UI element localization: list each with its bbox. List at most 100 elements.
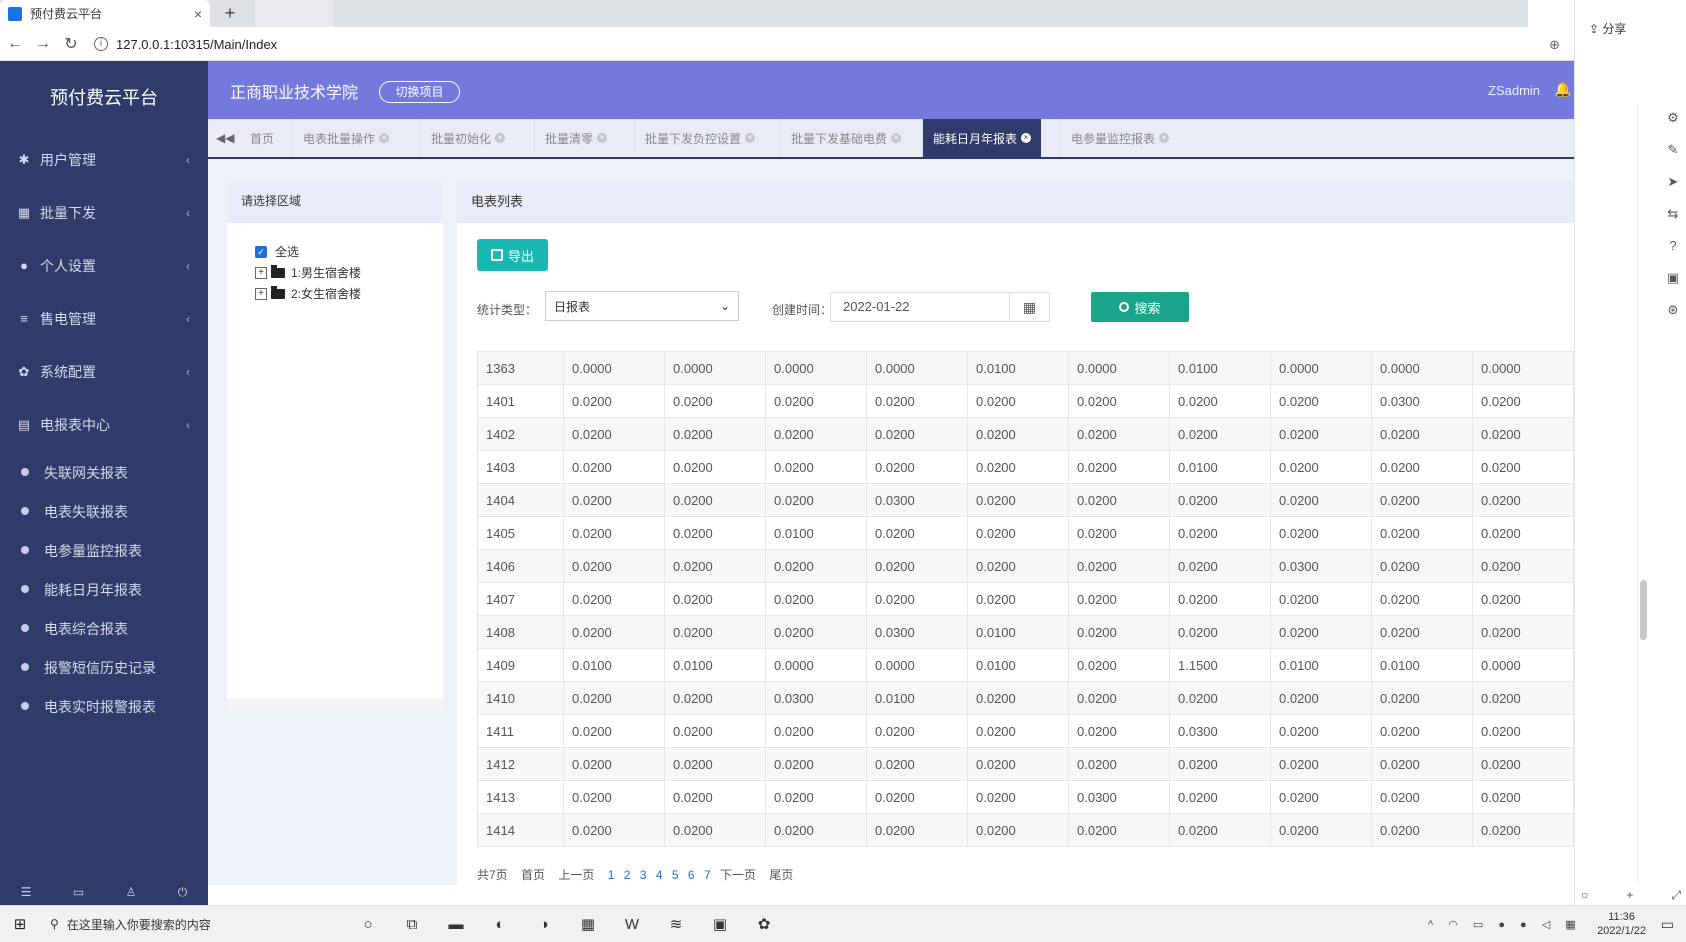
sub-item-gateway-report[interactable]: 失联网关报表 — [0, 453, 208, 492]
search-button[interactable]: 搜索 — [1091, 292, 1189, 322]
menu-item-system-config[interactable]: ✿ 系统配置 ‹ — [0, 345, 208, 398]
side-panel-scroll-thumb[interactable] — [1640, 580, 1647, 640]
table-row[interactable]: 1414 0.0200 0.0200 0.0200 0.0200 0.0200 0.0200… — [477, 813, 1574, 847]
share-button[interactable]: ⇪ 分享 — [1589, 20, 1626, 37]
menu-icon[interactable]: ☰ — [21, 885, 32, 905]
pen-icon[interactable]: ✎ — [1663, 140, 1683, 160]
close-icon[interactable]: × — [1021, 133, 1032, 143]
zoom-slider-icon[interactable]: ○ — [1581, 888, 1588, 903]
close-icon[interactable]: × — [379, 133, 390, 143]
menu-item-batch-send[interactable]: ▦ 批量下发 ‹ — [0, 186, 208, 239]
page-link[interactable]: 2 — [624, 868, 631, 882]
page-link[interactable]: 3 — [640, 868, 647, 882]
image-icon[interactable]: ▣ — [1663, 268, 1683, 288]
tab-param-monitor-report[interactable]: 电参量监控报表 × — [1060, 119, 1179, 157]
tab-batch-base-fee[interactable]: 批量下发基础电费 × — [780, 119, 911, 157]
table-row[interactable]: 1404 0.0200 0.0200 0.0200 0.0300 0.0200 0.0200… — [477, 483, 1574, 517]
close-icon[interactable]: × — [597, 133, 608, 143]
close-icon[interactable]: × — [1159, 133, 1170, 143]
tab-batch-reset[interactable]: 批量清零 × — [534, 119, 617, 157]
monitor-icon[interactable]: ▭ — [73, 885, 84, 905]
bell-icon[interactable]: 🔔 — [1554, 81, 1571, 98]
wps-icon[interactable]: W — [614, 916, 650, 933]
new-tab-button[interactable]: + — [218, 2, 242, 24]
close-icon[interactable]: × — [495, 133, 506, 143]
table-row[interactable]: 1411 0.0200 0.0200 0.0200 0.0200 0.0200 0.0200… — [477, 714, 1574, 748]
page-next-link[interactable]: 下一页 — [720, 868, 756, 882]
close-tab-icon[interactable]: × — [194, 6, 202, 22]
page-link[interactable]: 4 — [656, 868, 663, 882]
page-link[interactable]: 5 — [672, 868, 679, 882]
cortana-icon[interactable]: ○ — [350, 916, 386, 933]
sub-item-param-monitor-report[interactable]: 电参量监控报表 — [0, 531, 208, 570]
menu-item-personal-settings[interactable]: ● 个人设置 ‹ — [0, 239, 208, 292]
side-panel-scrollbar[interactable] — [1637, 104, 1649, 884]
location-icon[interactable]: ⊛ — [1663, 300, 1683, 320]
pointer-icon[interactable]: ➤ — [1663, 172, 1683, 192]
expand-icon[interactable]: + — [255, 266, 267, 279]
edge-icon[interactable]: ◐ — [482, 916, 518, 933]
tab-energy-report[interactable]: 能耗日月年报表 × — [922, 119, 1042, 157]
menu-item-user-management[interactable]: ✱ 用户管理 ‹ — [0, 133, 208, 186]
table-row[interactable]: 1405 0.0200 0.0200 0.0100 0.0200 0.0200 0.0200… — [477, 516, 1574, 550]
page-link[interactable]: 6 — [688, 868, 695, 882]
notification-icon[interactable]: ▭ — [1661, 916, 1674, 933]
lock-icon[interactable]: ♙ — [126, 885, 137, 905]
tab-batch-init[interactable]: 批量初始化 × — [420, 119, 515, 157]
table-row[interactable]: 1402 0.0200 0.0200 0.0200 0.0200 0.0200 0.0200… — [477, 417, 1574, 451]
app-window-icon[interactable]: ▣ — [702, 915, 738, 933]
tabs-scroll-left-icon[interactable]: ◀◀ — [216, 131, 234, 145]
tree-check-all[interactable]: ✓ 全选 — [255, 241, 443, 262]
app-icon[interactable]: ≋ — [658, 915, 694, 933]
calendar-icon[interactable]: ▦ — [1010, 292, 1050, 322]
tree-node-male-dorm[interactable]: + 1:男生宿舍楼 — [255, 262, 443, 283]
page-link[interactable]: 1 — [608, 868, 615, 882]
help-icon[interactable]: ? — [1663, 236, 1683, 256]
sub-item-meter-offline-report[interactable]: 电表失联报表 — [0, 492, 208, 531]
page-first-link[interactable]: 首页 — [521, 868, 545, 882]
page-link[interactable]: 7 — [704, 868, 711, 882]
sub-item-sms-alarm-history[interactable]: 报警短信历史记录 — [0, 648, 208, 687]
table-row[interactable]: 1363 0.0000 0.0000 0.0000 0.0000 0.0100 0.0000… — [477, 351, 1574, 385]
tree-node-female-dorm[interactable]: + 2:女生宿舍楼 — [255, 283, 443, 304]
browser-tab[interactable]: 预付费云平台 × — [0, 0, 210, 27]
table-row[interactable]: 1409 0.0100 0.0100 0.0000 0.0000 0.0100 0.0200… — [477, 648, 1574, 682]
zoom-icon[interactable]: ⊕ — [1549, 37, 1560, 53]
table-row[interactable]: 1413 0.0200 0.0200 0.0200 0.0200 0.0200 0.0300… — [477, 780, 1574, 814]
power-icon[interactable]: ⏻ — [178, 885, 188, 905]
wechat-icon[interactable]: ✿ — [746, 915, 782, 933]
fullscreen-icon[interactable]: ⤢ — [1671, 888, 1681, 903]
table-row[interactable]: 1401 0.0200 0.0200 0.0200 0.0200 0.0200 0.0200… — [477, 384, 1574, 418]
app-grid-icon[interactable]: ▦ — [570, 915, 606, 933]
tab-batch-load-control[interactable]: 批量下发负控设置 × — [634, 119, 765, 157]
checkbox-checked-icon[interactable]: ✓ — [255, 245, 267, 258]
table-row[interactable]: 1412 0.0200 0.0200 0.0200 0.0200 0.0200 0.0200… — [477, 747, 1574, 781]
task-view-icon[interactable]: ⧉ — [394, 916, 430, 933]
table-row[interactable]: 1403 0.0200 0.0200 0.0200 0.0200 0.0200 0.0200… — [477, 450, 1574, 484]
slider-icon[interactable]: ⇆ — [1663, 204, 1683, 224]
tab-home[interactable]: 首页 — [240, 119, 284, 157]
windows-start-icon[interactable]: ⊞ — [0, 915, 40, 933]
taskbar-clock[interactable]: 11:36 2022/1/22 — [1597, 910, 1646, 938]
info-icon[interactable]: i — [94, 37, 108, 51]
sub-item-meter-summary-report[interactable]: 电表综合报表 — [0, 609, 208, 648]
stat-type-select[interactable]: 日报表 ⌄ — [545, 291, 739, 321]
taskbar-search[interactable]: ⚲ 在这里输入你要搜索的内容 — [40, 906, 340, 942]
close-icon[interactable]: × — [745, 133, 756, 143]
close-icon[interactable]: × — [891, 133, 902, 143]
table-row[interactable]: 1408 0.0200 0.0200 0.0200 0.0300 0.0100 0.0200… — [477, 615, 1574, 649]
menu-item-report-center[interactable]: ▤ 电报表中心 ‹ — [0, 398, 208, 451]
url-field[interactable]: i 127.0.0.1:10315/Main/Index ⊕ — [94, 31, 1572, 57]
menu-item-sales-management[interactable]: ≡ 售电管理 ‹ — [0, 292, 208, 345]
back-icon[interactable]: ← — [2, 35, 28, 53]
page-last-link[interactable]: 尾页 — [769, 868, 793, 882]
expand-icon[interactable]: + — [255, 287, 267, 300]
browser-icon[interactable]: ◑ — [526, 916, 562, 933]
region-scrollbar[interactable] — [227, 698, 443, 710]
switch-project-button[interactable]: 切换项目 — [379, 81, 460, 103]
sub-item-realtime-alarm-report[interactable]: 电表实时报警报表 — [0, 687, 208, 726]
forward-icon[interactable]: → — [30, 35, 56, 53]
table-row[interactable]: 1410 0.0200 0.0200 0.0300 0.0100 0.0200 0.0200… — [477, 681, 1574, 715]
side-tool-icon[interactable]: ⚙ — [1663, 108, 1683, 128]
page-prev-link[interactable]: 上一页 — [558, 868, 594, 882]
